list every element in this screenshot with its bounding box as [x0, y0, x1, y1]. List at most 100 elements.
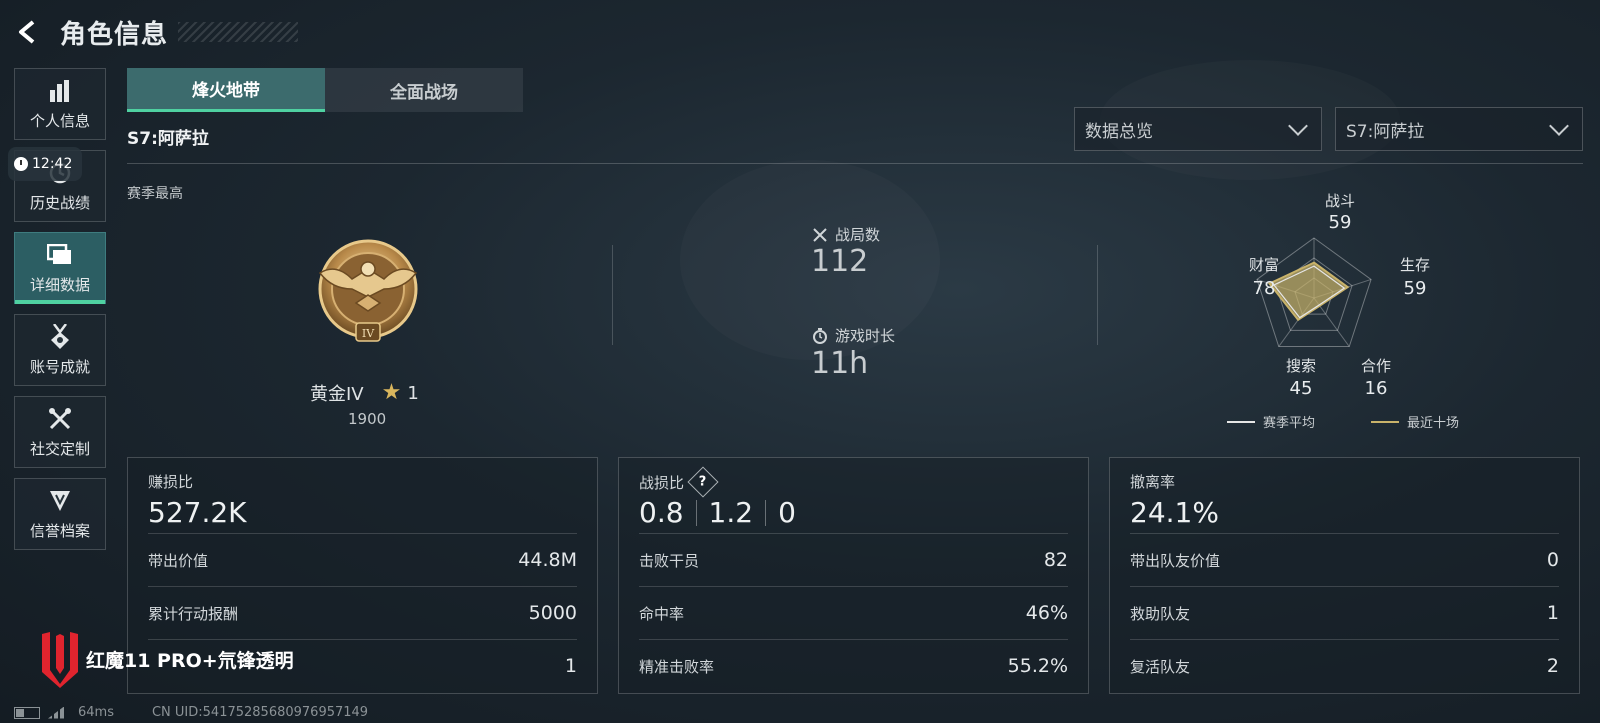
chevron-down-icon [1549, 116, 1569, 136]
ping-value: 64ms [78, 705, 114, 720]
view-select-value: 数据总览 [1085, 121, 1153, 142]
star-icon: ★ [381, 380, 402, 405]
sidebar-item-social-custom[interactable]: 社交定制 [14, 396, 106, 468]
radar-label-wealth: 财富 [1248, 256, 1279, 274]
row-value: 0 [1546, 549, 1559, 571]
radar-value-cooperation: 16 [1364, 378, 1388, 399]
sidebar-item-personal-info[interactable]: 个人信息 [14, 68, 106, 140]
table-row: 击败干员 82 [639, 533, 1068, 586]
legend-season-avg: 赛季平均 [1227, 412, 1315, 431]
radar-label-combat: 战斗 [1324, 192, 1355, 210]
table-row: 救助队友 1 [1130, 586, 1559, 639]
row-label: 精准击败率 [639, 657, 715, 676]
radar-label-survival: 生存 [1399, 256, 1430, 274]
radar-label-cooperation: 合作 [1360, 357, 1391, 375]
radar-value-wealth: 78 [1252, 278, 1276, 299]
rank-score: 1900 [348, 410, 387, 428]
brand-text: 红魔11 PRO+氘锋透明 [86, 649, 294, 672]
row-label: 带出价值 [148, 551, 209, 570]
stopwatch-icon [811, 327, 829, 345]
sidebar-item-label: 信誉档案 [29, 521, 90, 540]
kd-value: 0 [778, 496, 796, 529]
clock-icon [14, 157, 28, 171]
mode-tabs: 烽火地带 全面战场 [127, 68, 523, 112]
playtime-label-text: 游戏时长 [835, 327, 896, 345]
row-value: 44.8M [518, 549, 577, 571]
row-label: 命中率 [639, 604, 685, 623]
table-row: 命中率 46% [639, 586, 1068, 639]
status-footer: 64ms CN UID:54175285680976957149 [14, 705, 368, 720]
season-select[interactable]: S7:阿萨拉 [1335, 107, 1583, 151]
medal-icon [47, 323, 73, 350]
row-value: 5000 [528, 602, 577, 624]
header: 角色信息 [14, 12, 299, 52]
season-label: S7:阿萨拉 [127, 129, 209, 149]
row-label: 击败干员 [639, 551, 700, 570]
divider [695, 499, 697, 526]
battles-label: 战局数 [811, 224, 880, 245]
row-label: 带出队友价值 [1130, 551, 1221, 570]
extract-value: 24.1% [1130, 496, 1219, 529]
extract-card: 撤离率 24.1% 带出队友价值 0 救助队友 1 复活队友 2 [1109, 457, 1580, 694]
shield-icon [47, 488, 73, 514]
legend-recent-ten: 最近十场 [1371, 412, 1459, 431]
divider [1097, 245, 1098, 345]
legend-text-recent-ten: 最近十场 [1407, 416, 1460, 431]
view-select[interactable]: 数据总览 [1074, 107, 1322, 151]
row-label: 累计行动报酬 [148, 604, 239, 623]
radar-value-combat: 59 [1328, 212, 1352, 233]
clock-badge: 12:42 [8, 147, 83, 181]
kd-title: 战损比 ? [639, 466, 719, 498]
tab-warzone[interactable]: 烽火地带 [127, 68, 325, 112]
sidebar-item-achievements[interactable]: 账号成就 [14, 314, 106, 386]
rank-emblem-icon: IV [316, 233, 420, 351]
radar-value-survival: 59 [1403, 278, 1427, 299]
kd-values: 0.8 1.2 0 [639, 496, 796, 529]
row-value: 55.2% [1007, 655, 1068, 677]
row-value: 1 [564, 655, 577, 677]
chevron-down-icon [1288, 116, 1308, 136]
sidebar-item-credit-record[interactable]: 信誉档案 [14, 478, 106, 550]
radar-value-search: 45 [1289, 378, 1313, 399]
table-row: 带出价值 44.8M [148, 533, 577, 586]
legend-text-season-avg: 赛季平均 [1263, 416, 1316, 431]
sidebar-item-label: 详细数据 [29, 275, 90, 294]
kd-value: 1.2 [708, 496, 754, 529]
brand-watermark: 红魔11 PRO+氘锋透明 [38, 630, 294, 688]
rank-star-count: 1 [407, 382, 419, 404]
season-select-value: S7:阿萨拉 [1346, 121, 1425, 142]
sidebar-item-detailed-data[interactable]: 详细数据 [14, 232, 106, 304]
divider [127, 163, 1583, 164]
rank-name-text: 黄金IV [310, 384, 364, 405]
radar-label-search: 搜索 [1285, 357, 1316, 375]
bar-chart-icon [47, 78, 73, 104]
table-row: 精准击败率 55.2% [639, 639, 1068, 692]
table-row: 复活队友 2 [1130, 639, 1559, 692]
uid-text: CN UID:54175285680976957149 [151, 705, 369, 720]
svg-text:IV: IV [362, 327, 375, 340]
battles-label-text: 战局数 [835, 226, 881, 244]
background-shape [680, 160, 940, 360]
battery-icon [14, 706, 40, 719]
tab-full-battlefield[interactable]: 全面战场 [325, 68, 523, 112]
kd-card: 战损比 ? 0.8 1.2 0 击败干员 82 命中率 46% 精准击败率 55… [618, 457, 1089, 694]
divider [612, 245, 613, 345]
kd-value: 0.8 [639, 496, 684, 529]
help-icon[interactable]: ? [687, 466, 719, 498]
rank-name: 黄金IV ★ 1 [310, 380, 419, 406]
row-label: 复活队友 [1130, 657, 1191, 676]
back-arrow-icon[interactable] [14, 18, 42, 46]
tools-icon [47, 406, 73, 432]
crossed-swords-icon [811, 226, 829, 244]
extract-title: 撤离率 [1130, 473, 1176, 491]
sidebar-item-label: 个人信息 [29, 111, 90, 130]
battles-value: 112 [811, 244, 869, 279]
playtime-value: 11h [811, 346, 869, 381]
playtime-label: 游戏时长 [811, 325, 895, 346]
row-label: 救助队友 [1130, 604, 1191, 623]
folder-icon [47, 242, 73, 268]
sidebar-item-label: 社交定制 [29, 439, 90, 458]
sidebar-item-label: 历史战绩 [29, 193, 90, 212]
clock-time: 12:42 [32, 156, 73, 172]
row-value: 46% [1025, 602, 1068, 624]
